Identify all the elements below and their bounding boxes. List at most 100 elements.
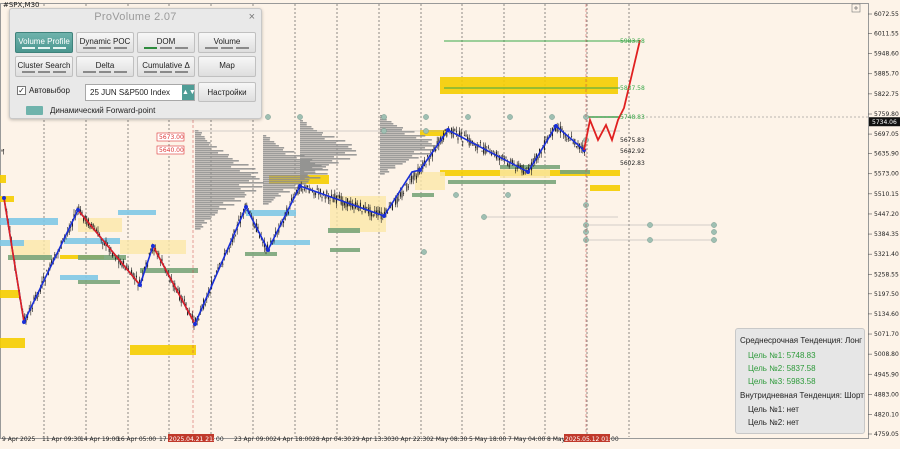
price-axis-label: 6011.55 [874,31,899,38]
candle-body [425,163,427,165]
indicator-bar [205,47,250,49]
profile-bar [380,159,409,161]
candle-body [572,142,574,144]
candle-body [409,179,411,180]
target-value: 5837.58 [786,364,816,373]
candle-body [183,299,185,301]
auto-select-checkbox[interactable]: ✓ Автовыбор [17,86,70,95]
target-value: 5748.83 [786,351,816,360]
profile-bar [195,142,211,144]
profile-bar [380,161,407,163]
level-dot [421,249,427,255]
level-dot [711,222,717,228]
time-axis-label: 23 Apr 09:00 [234,436,273,443]
profile-bar [380,169,388,171]
target-value: нет [786,405,799,414]
profile-bar [380,153,431,155]
green-volume-zone [245,252,277,256]
candle-body [505,156,507,158]
candle-body [398,199,400,201]
time-axis-label: 00 [216,436,224,443]
profile-bar [300,166,327,168]
candle-body [313,192,315,196]
candle-body [435,149,437,151]
candle-body [303,189,305,191]
profile-bar [380,167,396,169]
time-axis-label: 30 Apr 22:30 [391,436,430,443]
profile-bar [263,173,328,175]
profile-bar [195,210,219,212]
trend-panel: Среднесрочная Тенденция: Лонг Цель №1: 5… [735,328,865,434]
candle-body [481,150,483,152]
price-axis-label: 5573.00 [874,171,899,178]
map-button[interactable]: Map [198,56,256,77]
profile-bar [300,164,329,166]
candle-body [545,138,547,140]
volume-profile-button[interactable]: Volume Profile [15,32,73,53]
candle-body [455,131,457,133]
level-dot [381,114,387,120]
profile-bar [195,200,242,202]
zigzag-node [382,214,386,218]
indicator-bar [22,71,67,73]
indicator-bar [83,71,128,73]
provolume-panel: ProVolume 2.07 × Volume Profile Dynamic … [9,8,262,119]
zigzag-down-segment [152,245,196,325]
volume-profile [380,115,437,175]
candle-body [291,198,293,201]
instrument-select[interactable]: 25 JUN S&P500 Index ▲▼ [85,84,196,101]
profile-bar [263,147,285,149]
forward-point-toggle[interactable] [26,106,43,115]
yellow-volume-zone [440,80,618,94]
profile-bar [195,150,224,152]
candle-body [379,210,381,214]
profile-bar [300,134,322,136]
target-label: Цель №1: [748,351,785,360]
profile-bar [300,146,349,148]
dom-button[interactable]: DOM [137,32,195,53]
candle-body [566,138,568,140]
zigzag-node [76,208,80,212]
level-dot [647,237,653,243]
candle-body [215,271,217,273]
profile-bar [195,202,224,204]
settings-button[interactable]: Настройки [198,82,256,102]
target3-label: 5983.58 [620,38,645,45]
pale-volume-zone [78,218,122,232]
candle-body [115,257,117,259]
level-dot [453,192,459,198]
forecast-path [583,39,641,151]
price-axis-label: 4759.05 [874,431,899,438]
profile-bar [263,143,276,145]
candle-body [139,279,141,283]
profile-bar [380,143,432,145]
close-icon[interactable]: × [249,11,255,23]
profile-bar [195,218,212,220]
level-dot [549,114,555,120]
profile-bar [380,165,396,167]
volume-button[interactable]: Volume [198,32,256,53]
cluster-search-label: Cluster Search [17,61,71,70]
indicator-bar [144,47,189,49]
intra-target-row: Цель №1: нет [748,405,799,414]
candle-body [46,270,48,272]
cumulative-delta-button[interactable]: Cumulative Δ [137,56,195,77]
cluster-search-button[interactable]: Cluster Search [15,56,73,77]
green-volume-zone [78,280,120,284]
price-axis-label: 5071.70 [874,331,899,338]
zigzag-node [22,320,26,324]
price-axis-label: 5822.75 [874,91,899,98]
delta-button[interactable]: Delta [76,56,134,77]
price-axis-label: 5948.60 [874,51,899,58]
profile-bar [263,199,274,201]
map-label: Map [219,61,235,70]
candle-body [324,196,326,199]
profile-bar [300,168,323,170]
blue-volume-zone [270,240,310,245]
spin-arrows-icon[interactable]: ▲▼ [182,85,196,100]
level-dot [507,114,513,120]
candle-body [307,185,309,188]
settings-label: Настройки [207,88,247,97]
dynamic-poc-button[interactable]: Dynamic POC [76,32,134,53]
time-axis-label: 28 Apr 04:30 [312,436,351,443]
